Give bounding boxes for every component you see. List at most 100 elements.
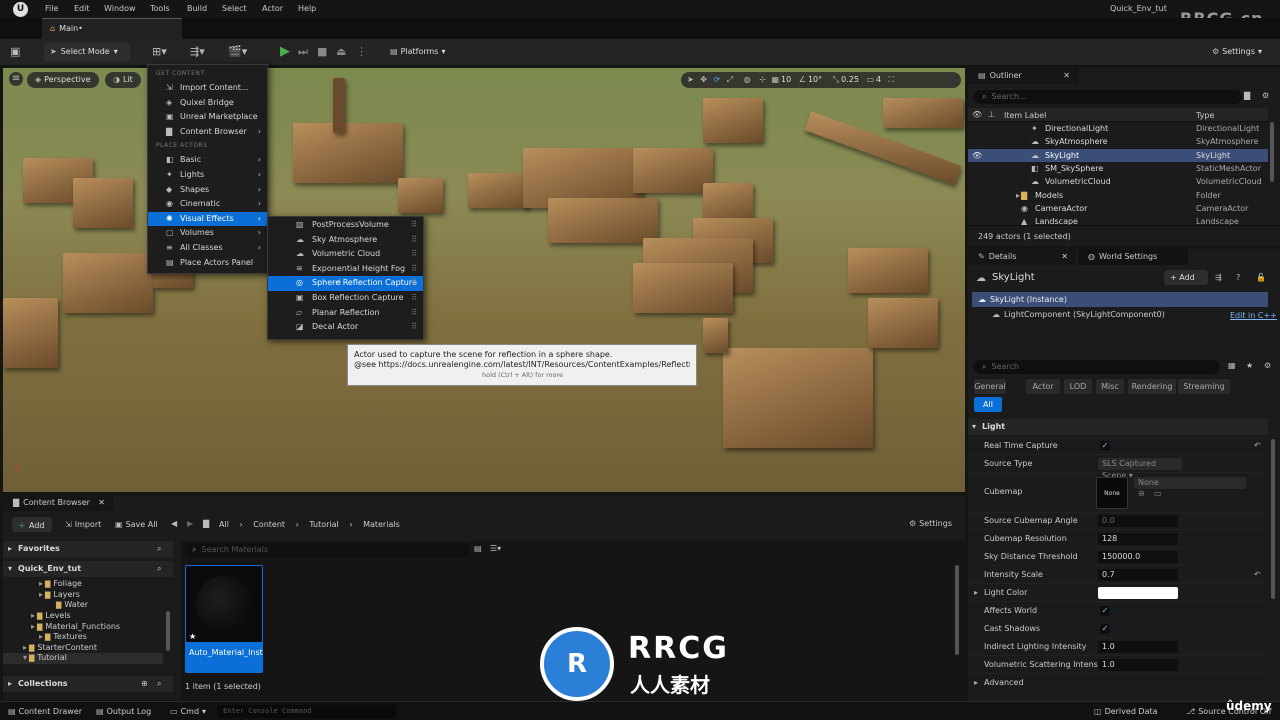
filter-tab-all[interactable]: All [974,397,1002,412]
menu-help[interactable]: Help [298,4,316,13]
asset-tile[interactable]: ★ Auto_Material_Inst [185,565,263,673]
eject-icon[interactable]: ⏏ [336,45,346,58]
star-icon[interactable]: ★ [1246,361,1253,370]
breadcrumb-content[interactable]: Content [253,520,285,529]
chevron-right-icon[interactable]: ▸ [39,590,43,599]
skip-icon[interactable]: ⏭ [298,45,308,59]
col-item-label[interactable]: Item Label [1004,111,1046,120]
breadcrumb-materials[interactable]: Materials [363,520,400,529]
back-icon[interactable]: ◀ [171,519,177,528]
menu-build[interactable]: Build [187,4,207,13]
filter-tab-rendering[interactable]: Rendering [1128,379,1176,394]
folder-tree-item[interactable]: ▸ ▇ StarterContent [23,643,97,654]
surface-snap-icon[interactable]: ⊹ [759,75,766,84]
drag-handle-icon[interactable]: ⠿ [411,276,417,291]
cubemap-asset-dropdown[interactable]: None [1134,477,1246,489]
project-header[interactable]: ▾ Quick_Env_tut ⌕ [3,561,173,577]
chevron-right-icon[interactable]: ▸ [1016,189,1020,202]
search-icon[interactable]: ⌕ [157,561,161,577]
chevron-right-icon[interactable]: ▸ [31,622,35,631]
intensity-scale-input[interactable]: 0.7 [1098,569,1178,581]
menu-tools[interactable]: Tools [150,4,170,13]
chevron-right-icon[interactable]: ▸ [39,579,43,588]
angle-snap-icon[interactable]: ∠ [799,75,806,84]
details-scrollbar[interactable] [1271,439,1275,599]
play-icon[interactable]: ▶ [280,44,290,59]
folder-tree-item[interactable]: ▸ ▇ Textures [39,632,87,643]
menu-item-basic[interactable]: ◧ Basic › [148,153,267,168]
reset-icon[interactable]: ↶ [1254,437,1261,455]
platforms-button[interactable]: ▤ Platforms ▾ [384,43,454,62]
collections-header[interactable]: ▸ Collections ⊕ ⌕ [3,676,173,692]
stop-icon[interactable]: ■ [317,45,327,58]
cubemap-resolution-input[interactable]: 128 [1098,533,1178,545]
outliner-row[interactable]: ☁ SkyAtmosphere SkyAtmosphere [968,135,1268,148]
menu-item-quixel-bridge[interactable]: ◈ Quixel Bridge [148,96,267,111]
move-tool-icon[interactable]: ✥ [700,75,707,84]
tab-content-browser[interactable]: ▇ Content Browser ✕ [3,495,113,511]
add-collection-icon[interactable]: ⊕ [141,676,148,692]
col-type[interactable]: Type [1196,111,1214,120]
vfx-item-sky-atmosphere[interactable]: ☁ Sky Atmosphere ⠿ [268,233,423,248]
menu-item-place-actors-panel[interactable]: ▤ Place Actors Panel [148,256,267,271]
chevron-right-icon[interactable]: ▸ [974,584,978,602]
world-icon[interactable]: ◍ [744,75,751,84]
folder-icon[interactable]: ▇ [203,519,209,528]
breadcrumb-all[interactable]: All [219,520,229,529]
blueprint-icon[interactable]: ⇶ [1215,273,1222,282]
folder-tree-item[interactable]: ▸ ▇ Foliage [39,579,82,590]
asset-scrollbar[interactable] [955,565,959,655]
menu-item-content-browser[interactable]: ▇ Content Browser › [148,125,267,140]
search-icon[interactable]: ⌕ [157,541,161,557]
vfx-item-postprocessvolume[interactable]: ▧ PostProcessVolume ⠿ [268,218,423,233]
close-icon[interactable]: ✕ [1061,252,1068,261]
output-log-button[interactable]: ▤ Output Log [92,705,155,719]
menu-item-lights[interactable]: ✦ Lights › [148,168,267,183]
browse-icon[interactable]: ▭ [1154,485,1162,503]
forward-icon[interactable]: ▶ [187,519,193,528]
outliner-row[interactable]: ✦ DirectionalLight DirectionalLight [968,122,1268,135]
vfx-item-sphere-reflection-capture[interactable]: ◎ Sphere Reflection Capture ⠿ ☝ [268,276,423,291]
perspective-button[interactable]: ◈ Perspective [27,72,99,88]
tab-main[interactable]: ⌂ Main• [42,18,182,39]
gear-icon[interactable]: ⚙ [1262,91,1269,100]
asset-search-input[interactable]: ⌕ Search Materials [184,543,470,557]
viewport-options-icon[interactable]: ≡ [9,72,23,86]
save-icon[interactable]: ▣ [10,45,20,58]
indirect-lighting-input[interactable]: 1.0 [1098,641,1178,653]
menu-file[interactable]: File [45,4,58,13]
angle-snap-value[interactable]: 10° [808,75,822,84]
outliner-row[interactable]: ☁ VolumetricCloud VolumetricCloud [968,175,1268,188]
save-search-icon[interactable]: ▤ [474,544,482,553]
settings-button[interactable]: ⚙ Settings ▾ [1206,43,1270,62]
select-mode-button[interactable]: ➤ Select Mode ▾ [44,43,130,62]
filter-tab-lod[interactable]: LOD [1064,379,1092,394]
grid-snap-value[interactable]: 10 [781,75,791,84]
filter-tab-actor[interactable]: Actor [1026,379,1060,394]
cb-settings-button[interactable]: ⚙ Settings [909,519,952,528]
chevron-right-icon[interactable]: ▸ [23,643,27,652]
sky-distance-input[interactable]: 150000.0 [1098,551,1178,563]
menu-item-volumes[interactable]: ▢ Volumes › [148,226,267,241]
use-selected-icon[interactable]: ⊖ [1138,485,1145,503]
affects-world-checkbox[interactable]: ✓ [1100,606,1110,616]
close-icon[interactable]: ✕ [1063,71,1070,80]
rotate-tool-icon[interactable]: ⟳ [714,75,721,84]
cinematics-icon[interactable]: 🎬▾ [228,45,247,58]
grid-snap-icon[interactable]: ▦ [771,75,779,84]
menu-item-unreal-marketplace[interactable]: ▣ Unreal Marketplace [148,110,267,125]
vfx-item-volumetric-cloud[interactable]: ☁ Volumetric Cloud ⠿ [268,247,423,262]
filter-icon[interactable]: ☰▾ [490,544,501,553]
more-options-icon[interactable]: ⋮ [356,45,367,58]
section-light[interactable]: ▾ Light [968,419,1268,435]
outliner-row[interactable]: 👁 ☁ SkyLight SkyLight [968,148,1268,162]
gear-icon[interactable]: ⚙ [1264,361,1271,370]
chevron-down-icon[interactable]: ▾ [23,653,27,662]
camera-speed-value[interactable]: 4 [876,75,881,84]
vfx-item-exponential-height-fog[interactable]: ≋ Exponential Height Fog ⠿ [268,262,423,277]
chevron-right-icon[interactable]: ▸ [39,632,43,641]
drag-handle-icon[interactable]: ⠿ [411,233,417,248]
actor-name[interactable]: SkyLight [992,272,1035,283]
cubemap-thumbnail[interactable]: None [1096,477,1128,509]
camera-speed-icon[interactable]: ▭ [866,75,874,84]
